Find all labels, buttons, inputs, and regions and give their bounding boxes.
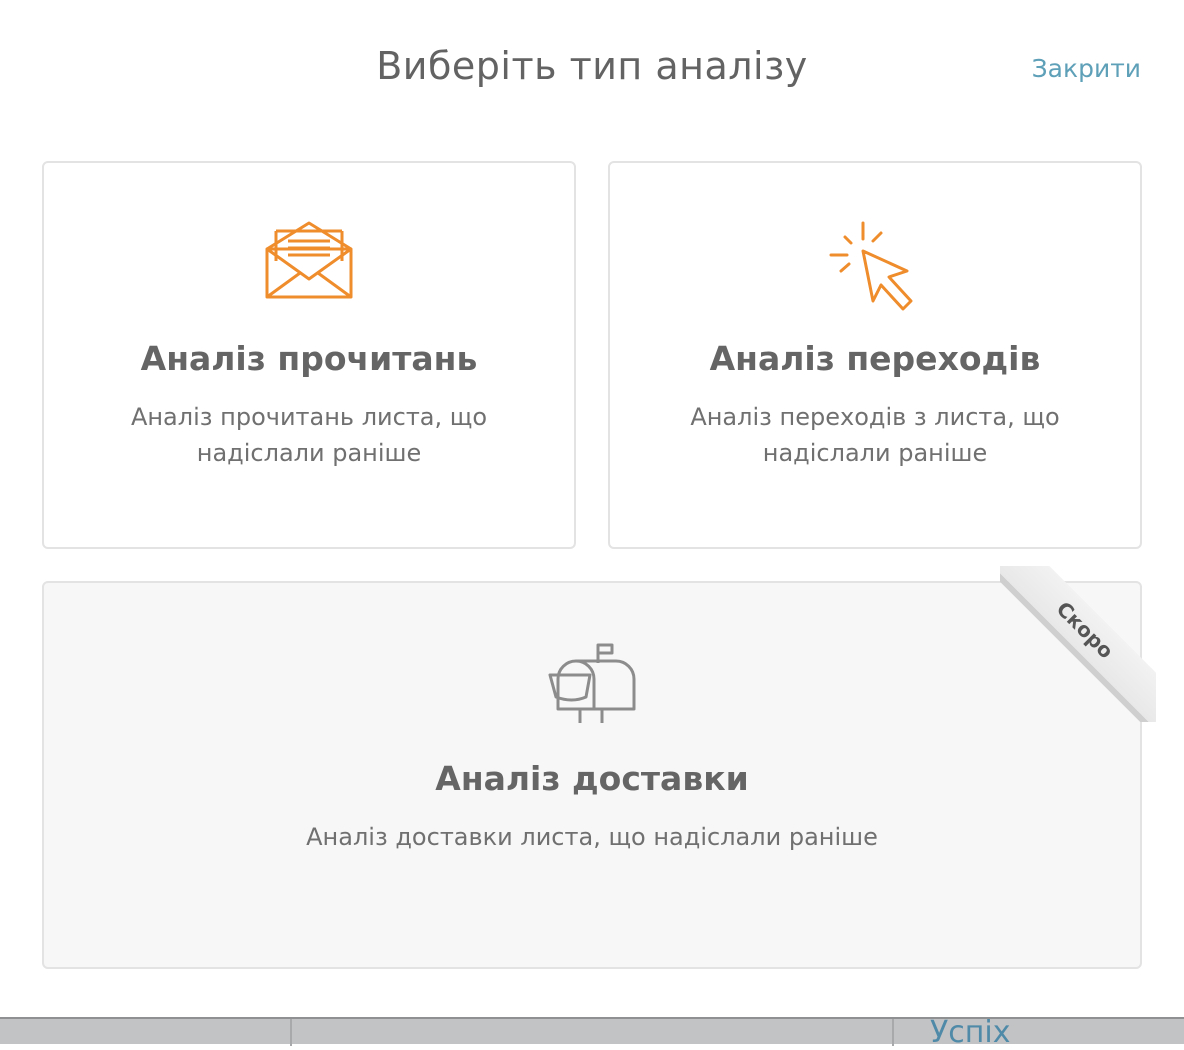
card-title: Аналіз переходів [709, 339, 1041, 378]
analysis-card-delivery: Аналіз доставки Аналіз доставки листа, щ… [42, 581, 1142, 969]
card-description: Аналіз переходів з листа, що надіслали р… [690, 403, 1060, 467]
card-description: Аналіз прочитань листа, що надіслали ран… [130, 403, 488, 467]
envelope-open-icon [264, 221, 354, 305]
divider [290, 1019, 292, 1046]
mailbox-icon [546, 641, 638, 729]
background-status-text: Успіх [930, 1015, 1011, 1050]
card-title: Аналіз доставки [435, 759, 749, 798]
cursor-click-icon [829, 221, 921, 315]
modal-title: Виберіть тип аналізу [376, 44, 808, 88]
analysis-card-opens[interactable]: Аналіз прочитань Аналіз прочитань листа,… [42, 161, 576, 549]
analysis-card-clicks[interactable]: Аналіз переходів Аналіз переходів з лист… [608, 161, 1142, 549]
analysis-type-modal: Виберіть тип аналізу Закрити Аналіз проч… [0, 0, 1184, 1017]
divider [892, 1019, 894, 1046]
card-title: Аналіз прочитань [140, 339, 478, 378]
background-page-strip: Успіх [0, 1017, 1184, 1049]
card-description: Аналіз доставки листа, що надіслали рані… [306, 823, 878, 851]
close-button[interactable]: Закрити [1032, 54, 1141, 83]
